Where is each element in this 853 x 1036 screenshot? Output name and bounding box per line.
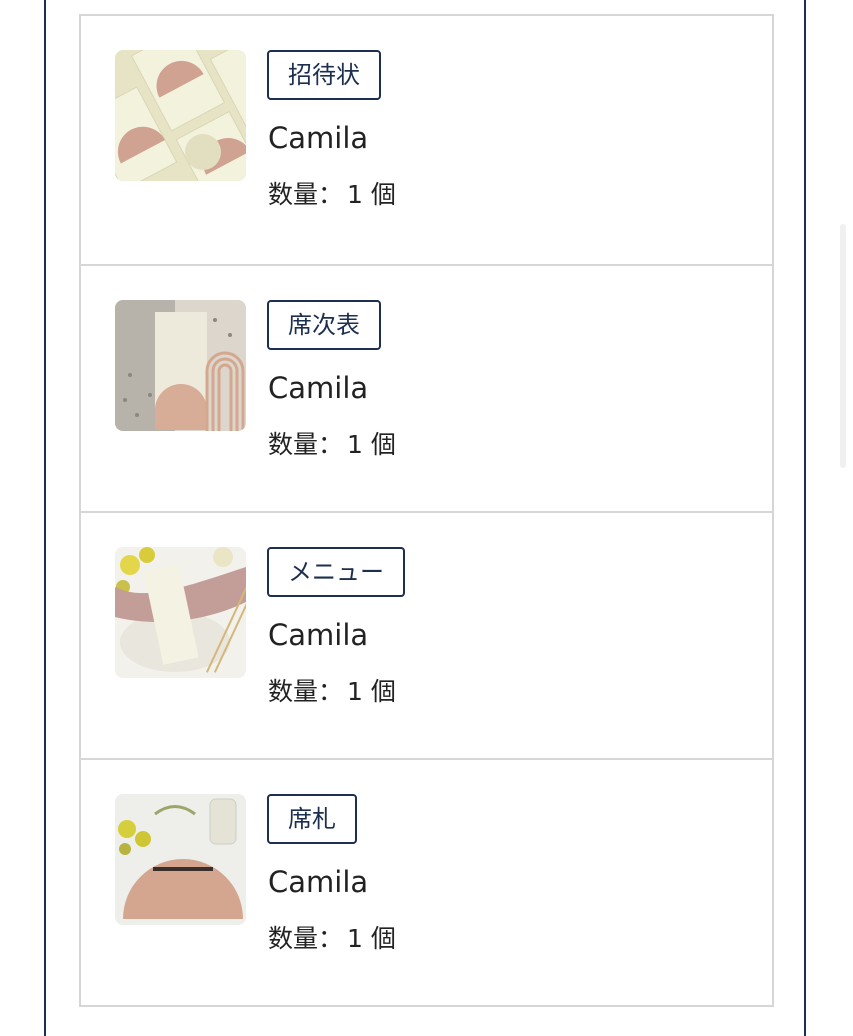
place-card-image[interactable] bbox=[115, 794, 246, 925]
quantity-unit: 個 bbox=[370, 677, 396, 706]
quantity-label: 数量： bbox=[268, 924, 344, 953]
quantity-value: 1 bbox=[347, 924, 363, 953]
product-name: Camila bbox=[268, 121, 369, 155]
invitation-card-image[interactable] bbox=[115, 50, 246, 181]
quantity-text: 数量： 1 個 bbox=[268, 429, 396, 461]
category-tag: 席札 bbox=[267, 794, 357, 844]
category-tag: メニュー bbox=[267, 547, 405, 597]
quantity-label: 数量： bbox=[268, 180, 344, 209]
quantity-value: 1 bbox=[347, 677, 363, 706]
quantity-text: 数量： 1 個 bbox=[268, 676, 396, 708]
quantity-label: 数量： bbox=[268, 430, 344, 459]
scrollbar[interactable] bbox=[840, 224, 846, 468]
product-name: Camila bbox=[268, 865, 369, 899]
list-item: 席札 Camila 数量： 1 個 bbox=[81, 758, 772, 1005]
quantity-value: 1 bbox=[347, 180, 363, 209]
menu-card-image[interactable] bbox=[115, 547, 246, 678]
list-item: 招待状 Camila 数量： 1 個 bbox=[81, 16, 772, 264]
quantity-unit: 個 bbox=[370, 180, 396, 209]
quantity-value: 1 bbox=[347, 430, 363, 459]
category-tag: 招待状 bbox=[267, 50, 381, 100]
quantity-label: 数量： bbox=[268, 677, 344, 706]
quantity-text: 数量： 1 個 bbox=[268, 923, 396, 955]
quantity-text: 数量： 1 個 bbox=[268, 179, 396, 211]
quantity-unit: 個 bbox=[370, 924, 396, 953]
product-name: Camila bbox=[268, 371, 369, 405]
category-tag: 席次表 bbox=[267, 300, 381, 350]
list-item: 席次表 Camila 数量： 1 個 bbox=[81, 264, 772, 511]
order-item-list: 招待状 Camila 数量： 1 個 席次表 Camila 数量： 1 個 メニ… bbox=[79, 14, 774, 1007]
list-item: メニュー Camila 数量： 1 個 bbox=[81, 511, 772, 758]
seating-chart-image[interactable] bbox=[115, 300, 246, 431]
quantity-unit: 個 bbox=[370, 430, 396, 459]
product-name: Camila bbox=[268, 618, 369, 652]
